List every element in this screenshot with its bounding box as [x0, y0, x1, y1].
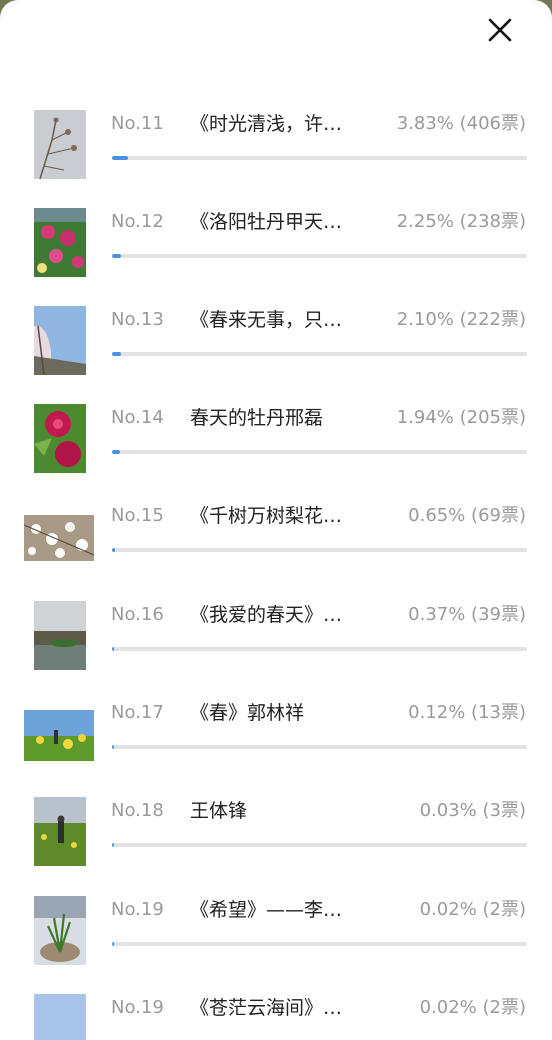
vote-stat: 0.37% (39票): [408, 604, 526, 625]
vote-progress-fill: [112, 450, 121, 454]
ranking-row[interactable]: No.17 《春》郭林祥 0.12% (13票): [0, 699, 552, 797]
vote-progress-bar: [112, 745, 527, 749]
entry-title: 《春来无事，只…: [190, 309, 343, 331]
ranking-row[interactable]: No.15 《千树万树梨花… 0.65% (69票): [0, 502, 552, 600]
entry-title: 《洛阳牡丹甲天…: [190, 211, 343, 233]
entry-thumbnail: [34, 306, 86, 375]
vote-progress-bar: [112, 450, 527, 454]
rank-label: No.13: [111, 309, 164, 330]
entry-thumbnail: [34, 404, 86, 473]
close-icon[interactable]: [486, 16, 514, 44]
vote-stat: 3.83% (406票): [396, 113, 526, 134]
entry-thumbnail: [34, 208, 86, 277]
rank-label: No.17: [111, 702, 164, 723]
entry-thumbnail: [34, 994, 86, 1040]
rank-label: No.18: [111, 800, 164, 821]
vote-progress-fill: [112, 942, 114, 946]
entry-title: 《春》郭林祥: [190, 702, 305, 724]
vote-stat: 0.02% (2票): [419, 997, 526, 1018]
vote-stat: 2.10% (222票): [396, 309, 526, 330]
vote-stat: 0.12% (13票): [408, 702, 526, 723]
vote-stat: 0.02% (2票): [419, 899, 526, 920]
rank-label: No.19: [111, 997, 164, 1018]
vote-progress-fill: [112, 647, 114, 651]
entry-title: 王体锋: [190, 800, 248, 822]
rank-label: No.15: [111, 505, 164, 526]
ranking-row[interactable]: No.14 春天的牡丹邢磊 1.94% (205票): [0, 404, 552, 502]
vote-progress-bar: [112, 548, 527, 552]
vote-progress-fill: [112, 745, 114, 749]
vote-progress-bar: [112, 942, 527, 946]
vote-ranking-sheet: No.11 《时光清浅，许… 3.83% (406票) No.12 《洛阳牡丹甲…: [0, 0, 552, 1040]
vote-progress-bar: [112, 156, 527, 160]
ranking-row[interactable]: No.11 《时光清浅，许… 3.83% (406票): [0, 110, 552, 208]
vote-stat: 0.03% (3票): [419, 800, 526, 821]
entry-thumbnail: [24, 710, 94, 761]
entry-title: 《希望》——李…: [190, 899, 343, 921]
ranking-row[interactable]: No.16 《我爱的春天》… 0.37% (39票): [0, 601, 552, 699]
ranking-row[interactable]: No.13 《春来无事，只… 2.10% (222票): [0, 306, 552, 404]
entry-title: 春天的牡丹邢磊: [190, 407, 324, 429]
vote-progress-fill: [112, 548, 115, 552]
entry-thumbnail: [34, 601, 86, 670]
vote-progress-bar: [112, 254, 527, 258]
entry-title: 《苍茫云海间》…: [190, 997, 343, 1019]
entry-title: 《千树万树梨花…: [190, 505, 343, 527]
vote-progress-bar: [112, 843, 527, 847]
ranking-row[interactable]: No.12 《洛阳牡丹甲天… 2.25% (238票): [0, 208, 552, 306]
rank-label: No.12: [111, 211, 164, 232]
vote-stat: 0.65% (69票): [408, 505, 526, 526]
ranking-row[interactable]: No.19 《苍茫云海间》… 0.02% (2票): [0, 994, 552, 1040]
vote-progress-fill: [112, 843, 114, 847]
vote-progress-fill: [112, 254, 122, 258]
entry-title: 《我爱的春天》…: [190, 604, 343, 626]
ranking-row[interactable]: No.19 《希望》——李… 0.02% (2票): [0, 896, 552, 994]
entry-thumbnail: [34, 896, 86, 965]
vote-progress-bar: [112, 352, 527, 356]
vote-progress-bar: [112, 647, 527, 651]
entry-thumbnail: [34, 797, 86, 866]
vote-progress-fill: [112, 352, 121, 356]
rank-label: No.19: [111, 899, 164, 920]
rank-label: No.16: [111, 604, 164, 625]
rank-label: No.14: [111, 407, 164, 428]
ranking-row[interactable]: No.18 王体锋 0.03% (3票): [0, 797, 552, 895]
entry-thumbnail: [24, 515, 94, 561]
rank-label: No.11: [111, 113, 164, 134]
vote-progress-fill: [112, 156, 128, 160]
vote-stat: 2.25% (238票): [396, 211, 526, 232]
entry-thumbnail: [34, 110, 86, 179]
entry-title: 《时光清浅，许…: [190, 113, 343, 135]
vote-stat: 1.94% (205票): [396, 407, 526, 428]
